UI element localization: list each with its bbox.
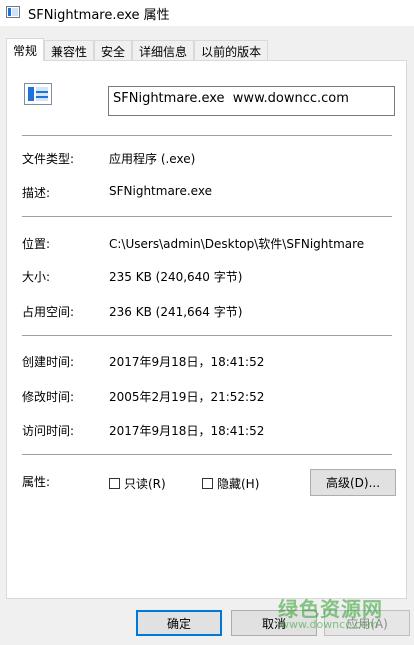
readonly-checkbox[interactable]: 只读(R): [109, 475, 166, 492]
location-value: C:\Users\admin\Desktop\软件\SFNightmare: [109, 237, 365, 251]
accessed-label: 访问时间:: [22, 424, 75, 438]
file-type-label: 文件类型:: [22, 152, 75, 166]
size-on-disk-value: 236 KB (241,664 字节): [109, 305, 243, 319]
created-label: 创建时间:: [22, 355, 75, 369]
tab-details[interactable]: 详细信息: [132, 40, 195, 61]
readonly-checkbox-label: 只读(R): [124, 477, 166, 491]
filename-field[interactable]: SFNightmare.exe www.downcc.com: [108, 86, 395, 116]
accessed-value: 2017年9月18日，18:41:52: [109, 424, 265, 438]
separator: [22, 135, 392, 136]
description-label: 描述:: [22, 186, 51, 200]
file-type-value: 应用程序 (.exe): [109, 152, 196, 166]
description-value: SFNightmare.exe: [109, 184, 212, 198]
tab-security[interactable]: 安全: [94, 40, 133, 61]
advanced-button[interactable]: 高级(D)...: [310, 469, 396, 496]
hidden-checkbox-label: 隐藏(H): [217, 477, 260, 491]
location-label: 位置:: [22, 237, 51, 251]
properties-dialog: SFNightmare.exe 属性 常规 兼容性 安全 详细信息 以前的版本 …: [0, 0, 414, 645]
size-on-disk-label: 占用空间:: [22, 305, 75, 319]
general-panel: SFNightmare.exe www.downcc.com 文件类型: 应用程…: [6, 60, 407, 599]
tab-strip: 常规 兼容性 安全 详细信息 以前的版本: [6, 38, 269, 61]
modified-label: 修改时间:: [22, 390, 75, 404]
attributes-label: 属性:: [22, 475, 51, 489]
separator: [22, 335, 392, 336]
hidden-checkbox[interactable]: 隐藏(H): [202, 475, 259, 492]
watermark-url: www.downcc.com: [280, 618, 379, 631]
hidden-checkbox-box[interactable]: [202, 478, 213, 489]
tab-previous-versions[interactable]: 以前的版本: [194, 40, 269, 61]
tab-compatibility[interactable]: 兼容性: [44, 40, 95, 61]
readonly-checkbox-box[interactable]: [109, 478, 120, 489]
application-window-icon: [24, 83, 52, 105]
tab-general[interactable]: 常规: [6, 38, 45, 61]
separator: [22, 454, 392, 455]
window-title: SFNightmare.exe 属性: [28, 8, 170, 23]
size-label: 大小:: [22, 270, 51, 284]
created-value: 2017年9月18日，18:41:52: [109, 355, 265, 369]
size-value: 235 KB (240,640 字节): [109, 270, 243, 284]
modified-value: 2005年2月19日，21:52:52: [109, 390, 265, 404]
ok-button[interactable]: 确定: [136, 610, 222, 636]
title-bar[interactable]: SFNightmare.exe 属性: [0, 0, 414, 26]
separator: [22, 216, 392, 217]
app-window-icon: [6, 6, 20, 18]
